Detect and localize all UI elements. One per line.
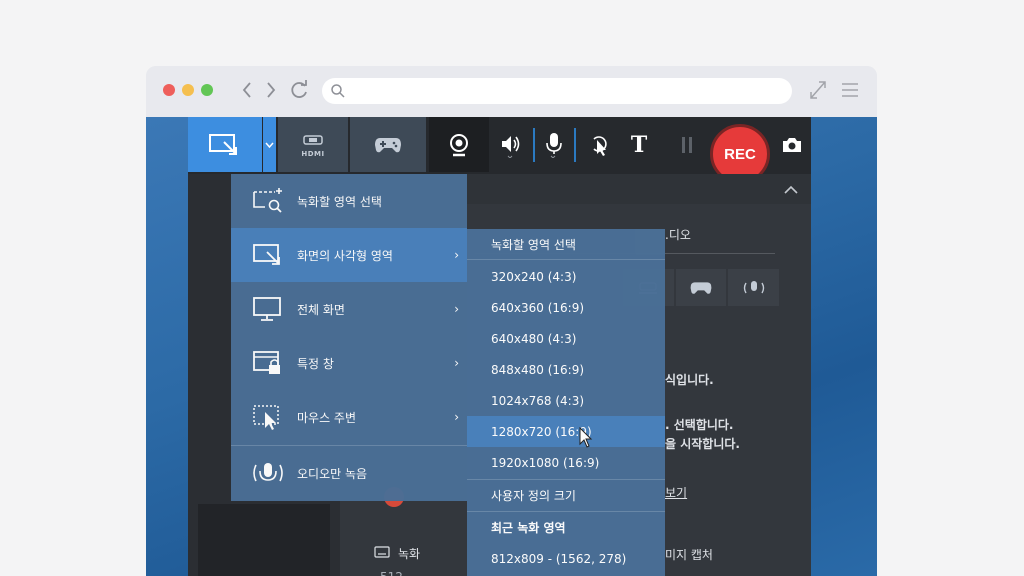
rectangle-area-icon xyxy=(209,133,237,155)
mode-dropdown-button[interactable] xyxy=(263,117,276,172)
submenu-item-640x360[interactable]: 640x360 (16:9) xyxy=(467,292,665,323)
keyboard-icon xyxy=(374,546,390,558)
search-icon xyxy=(331,84,345,98)
submenu-item-320x240[interactable]: 320x240 (4:3) xyxy=(467,261,665,292)
window-lock-icon xyxy=(253,351,280,374)
submenu-item-1920x1080[interactable]: 1920x1080 (16:9) xyxy=(467,447,665,478)
mouse-click-icon xyxy=(593,135,607,156)
speaker-button[interactable] xyxy=(498,117,524,172)
game-mode-button[interactable] xyxy=(350,117,426,172)
submenu-item-recent-area[interactable]: 812x809 - (1562, 278) xyxy=(467,543,665,574)
text-tool-button[interactable]: T xyxy=(626,117,652,172)
submenu-item-640x480[interactable]: 640x480 (4:3) xyxy=(467,323,665,354)
microphone-icon xyxy=(546,132,562,158)
hdmi-icon: HDMI xyxy=(301,131,324,158)
speaker-icon xyxy=(502,135,520,158)
submenu-arrow-icon: › xyxy=(454,302,459,316)
submenu-item-select-area[interactable]: 녹화할 영역 선택 xyxy=(467,229,665,259)
webcam-icon xyxy=(450,133,468,156)
text-line-2: . 선택합니다. xyxy=(665,418,734,432)
collapse-icon[interactable] xyxy=(784,185,798,194)
chevron-down-icon xyxy=(265,142,274,148)
screenshot-button[interactable] xyxy=(779,117,805,172)
recorder-app: HDMI T REC .디오 식입니다. . 선택합니다. 을 시작합니다. 보… xyxy=(188,117,811,576)
audio-tile[interactable] xyxy=(728,269,780,306)
address-bar[interactable] xyxy=(322,78,792,104)
menu-item-rectangle-area[interactable]: 화면의 사각형 영역 › xyxy=(231,228,467,282)
submenu-arrow-icon: › xyxy=(454,248,459,262)
resolution-submenu: 녹화할 영역 선택 320x240 (4:3) 640x360 (16:9) 6… xyxy=(467,229,665,576)
area-select-icon xyxy=(253,188,282,213)
number-field[interactable]: 512 xyxy=(380,570,403,576)
game-tile[interactable] xyxy=(675,269,727,306)
mouse-area-icon xyxy=(253,405,279,430)
recorder-toolbar: HDMI T REC xyxy=(188,117,811,184)
menu-label-full-screen: 전체 화면 xyxy=(297,302,345,317)
hdmi-mode-button[interactable]: HDMI xyxy=(278,117,348,172)
mic-level-meter xyxy=(572,117,578,172)
text-tool-icon: T xyxy=(630,131,648,158)
reload-icon[interactable] xyxy=(288,78,310,107)
rectangle-mode-button[interactable] xyxy=(188,117,262,172)
text-line-1: 식입니다. xyxy=(665,373,714,387)
capture-mode-menu: 녹화할 영역 선택 화면의 사각형 영역 › 전체 화면 › 특정 창 › 마우… xyxy=(231,174,467,501)
submenu-arrow-icon: › xyxy=(454,356,459,370)
menu-item-around-mouse[interactable]: 마우스 주변 › xyxy=(231,390,467,444)
webcam-button[interactable] xyxy=(429,117,489,172)
back-icon[interactable] xyxy=(240,78,254,107)
submenu-recent-heading: 최근 녹화 영역 xyxy=(491,521,566,535)
audio-small-icon xyxy=(743,280,764,293)
menu-item-full-screen[interactable]: 전체 화면 › xyxy=(231,282,467,336)
menu-label-audio-only: 오디오만 녹음 xyxy=(297,466,368,481)
desktop-background: HDMI T REC .디오 식입니다. . 선택합니다. 을 시작합니다. 보… xyxy=(146,117,877,576)
menu-item-audio-only[interactable]: 오디오만 녹음 xyxy=(231,446,467,500)
monitor-icon xyxy=(253,297,281,321)
browser-window: HDMI T REC .디오 식입니다. . 선택합니다. 을 시작합니다. 보… xyxy=(146,66,877,576)
forward-icon[interactable] xyxy=(264,78,278,107)
rec-label: REC xyxy=(724,145,756,163)
hdmi-label: HDMI xyxy=(301,150,325,158)
view-link[interactable]: 보기 xyxy=(665,484,687,501)
menu-label-specific-window: 특정 창 xyxy=(297,356,334,371)
menu-item-select-area[interactable]: 녹화할 영역 선택 xyxy=(231,174,467,228)
audio-mic-icon xyxy=(253,463,283,482)
record-label-short: 녹화 xyxy=(398,547,421,561)
submenu-item-1280x720[interactable]: 1280x720 (16:9) xyxy=(467,416,665,447)
gamepad-icon xyxy=(375,137,401,152)
expand-icon[interactable] xyxy=(808,79,828,105)
submenu-item-1024x768[interactable]: 1024x768 (4:3) xyxy=(467,385,665,416)
browser-chrome xyxy=(146,66,877,117)
camera-icon xyxy=(783,137,801,152)
mouse-cursor-icon xyxy=(579,427,593,448)
hamburger-menu-icon[interactable] xyxy=(840,79,860,105)
pause-icon xyxy=(682,136,692,153)
capture-label: 미지 캡처 xyxy=(665,548,713,562)
submenu-item-848x480[interactable]: 848x480 (16:9) xyxy=(467,354,665,385)
submenu-item-custom-size[interactable]: 사용자 정의 크기 xyxy=(467,480,665,511)
tab-fragment[interactable]: .디오 xyxy=(665,226,691,243)
pause-button[interactable] xyxy=(676,117,698,172)
left-panel-inner xyxy=(198,504,330,576)
menu-item-specific-window[interactable]: 특정 창 › xyxy=(231,336,467,390)
gamepad-small-icon xyxy=(690,281,712,294)
mouse-effect-button[interactable] xyxy=(586,117,612,172)
speaker-level-meter xyxy=(531,117,537,172)
menu-label-rectangle-area: 화면의 사각형 영역 xyxy=(297,248,393,263)
minimize-window-dot[interactable] xyxy=(182,84,194,96)
text-line-3: 을 시작합니다. xyxy=(665,437,740,451)
close-window-dot[interactable] xyxy=(163,84,175,96)
menu-label-around-mouse: 마우스 주변 xyxy=(297,410,357,425)
maximize-window-dot[interactable] xyxy=(201,84,213,96)
rectangle-area-icon xyxy=(253,244,280,265)
submenu-arrow-icon: › xyxy=(454,410,459,424)
microphone-button[interactable] xyxy=(541,117,567,172)
menu-label-select-area: 녹화할 영역 선택 xyxy=(297,194,382,209)
submenu-separator xyxy=(467,259,665,260)
